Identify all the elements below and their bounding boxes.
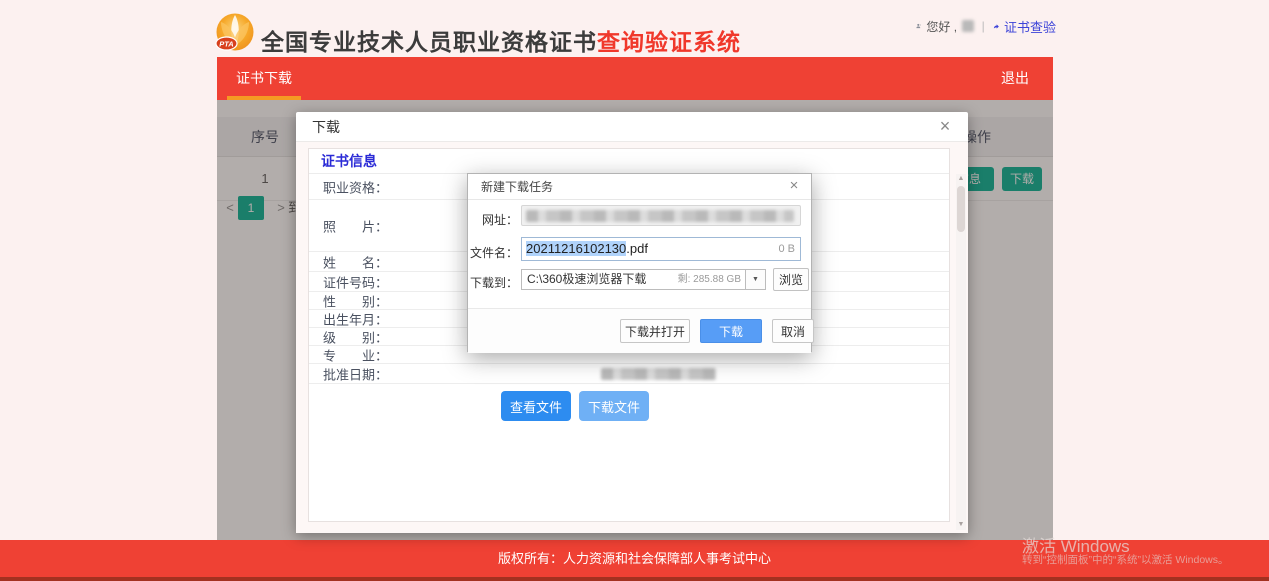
share-arrow-icon bbox=[993, 19, 999, 34]
divider: | bbox=[982, 19, 985, 33]
saveto-input[interactable]: C:\360极速浏览器下载 剩: 285.88 GB bbox=[521, 269, 746, 290]
modal-scrollbar[interactable]: ▲ ▼ bbox=[956, 174, 966, 530]
page-title: 全国专业技术人员职业资格证书查询验证系统 bbox=[261, 23, 741, 57]
download-button[interactable]: 下载 bbox=[700, 319, 762, 343]
view-file-button[interactable]: 查看文件 bbox=[501, 391, 571, 421]
new-download-task-dialog: 新建下载任务 × 网址： 文件名： 20211216102130.pdf 0 B… bbox=[467, 173, 812, 352]
section-title: 证书信息 bbox=[309, 149, 949, 174]
main-nav: 证书下载 退出 bbox=[217, 57, 1053, 100]
modal-title: 下载 bbox=[312, 112, 340, 142]
download-file-button[interactable]: 下载文件 bbox=[579, 391, 649, 421]
free-space-label: 剩: 285.88 GB bbox=[678, 270, 741, 289]
svg-text:PTA: PTA bbox=[219, 40, 233, 49]
field-label: 职业资格： bbox=[323, 177, 388, 196]
url-redacted bbox=[526, 210, 794, 222]
cancel-button[interactable]: 取消 bbox=[772, 319, 814, 343]
field-label: 姓 名： bbox=[323, 252, 388, 271]
filename-extension: .pdf bbox=[626, 241, 648, 256]
dialog-titlebar: 新建下载任务 × bbox=[468, 174, 811, 200]
page-title-system: 查询验证系统 bbox=[597, 29, 741, 55]
scrollbar-thumb[interactable] bbox=[957, 186, 965, 232]
url-input[interactable] bbox=[521, 205, 801, 226]
modal-actions: 查看文件 下载文件 bbox=[309, 384, 949, 428]
browse-button[interactable]: 浏览 bbox=[773, 268, 809, 291]
saveto-path: C:\360极速浏览器下载 bbox=[527, 272, 646, 286]
field-label: 证件号码： bbox=[323, 272, 388, 291]
field-label: 专 业： bbox=[323, 345, 388, 364]
scroll-up-icon[interactable]: ▲ bbox=[956, 174, 966, 184]
field-row-approve-date: 批准日期： bbox=[309, 364, 949, 384]
nav-item-certificate-download[interactable]: 证书下载 bbox=[227, 57, 301, 100]
username-redacted bbox=[962, 20, 974, 32]
field-label: 出生年月： bbox=[323, 309, 388, 328]
approve-date-redacted bbox=[601, 368, 716, 380]
modal-titlebar: 下载 × bbox=[296, 112, 968, 142]
pta-logo-icon: PTA bbox=[213, 12, 257, 56]
certificate-verify-link[interactable]: 证书查验 bbox=[1004, 17, 1056, 36]
filename-input[interactable]: 20211216102130.pdf 0 B bbox=[521, 237, 801, 261]
dialog-close-icon[interactable]: × bbox=[785, 177, 803, 195]
field-label: 性 别： bbox=[323, 291, 388, 310]
footer-strip bbox=[0, 577, 1269, 581]
nav-item-label: 证书下载 bbox=[236, 70, 292, 86]
download-and-open-button[interactable]: 下载并打开 bbox=[620, 319, 690, 343]
dialog-footer: 下载并打开 下载 取消 bbox=[468, 308, 811, 353]
scroll-down-icon[interactable]: ▼ bbox=[956, 520, 966, 530]
modal-close-icon[interactable]: × bbox=[934, 115, 956, 137]
field-label: 级 别： bbox=[323, 327, 388, 346]
user-bar: 您好 , | 证书查验 bbox=[916, 16, 1056, 36]
filename-label: 文件名： bbox=[468, 244, 518, 261]
page-title-main: 全国专业技术人员职业资格证书 bbox=[261, 29, 597, 55]
copyright-text: 版权所有：人力资源和社会保障部人事考试中心 bbox=[498, 551, 771, 566]
field-label: 照 片： bbox=[323, 216, 388, 235]
field-label: 批准日期： bbox=[323, 364, 388, 383]
dialog-title: 新建下载任务 bbox=[481, 174, 553, 200]
chevron-down-icon[interactable]: ▼ bbox=[746, 269, 766, 290]
url-label: 网址： bbox=[468, 211, 518, 228]
user-icon bbox=[916, 19, 921, 33]
greeting-text: 您好 , bbox=[926, 18, 957, 35]
page: PTA 全国专业技术人员职业资格证书查询验证系统 您好 , | 证书查验 证书下… bbox=[0, 0, 1269, 581]
file-size-label: 0 B bbox=[778, 238, 795, 260]
footer: 版权所有：人力资源和社会保障部人事考试中心 bbox=[0, 540, 1269, 577]
saveto-label: 下载到： bbox=[468, 274, 518, 291]
logout-button[interactable]: 退出 bbox=[1001, 57, 1029, 100]
filename-selected-text: 20211216102130 bbox=[526, 241, 626, 256]
